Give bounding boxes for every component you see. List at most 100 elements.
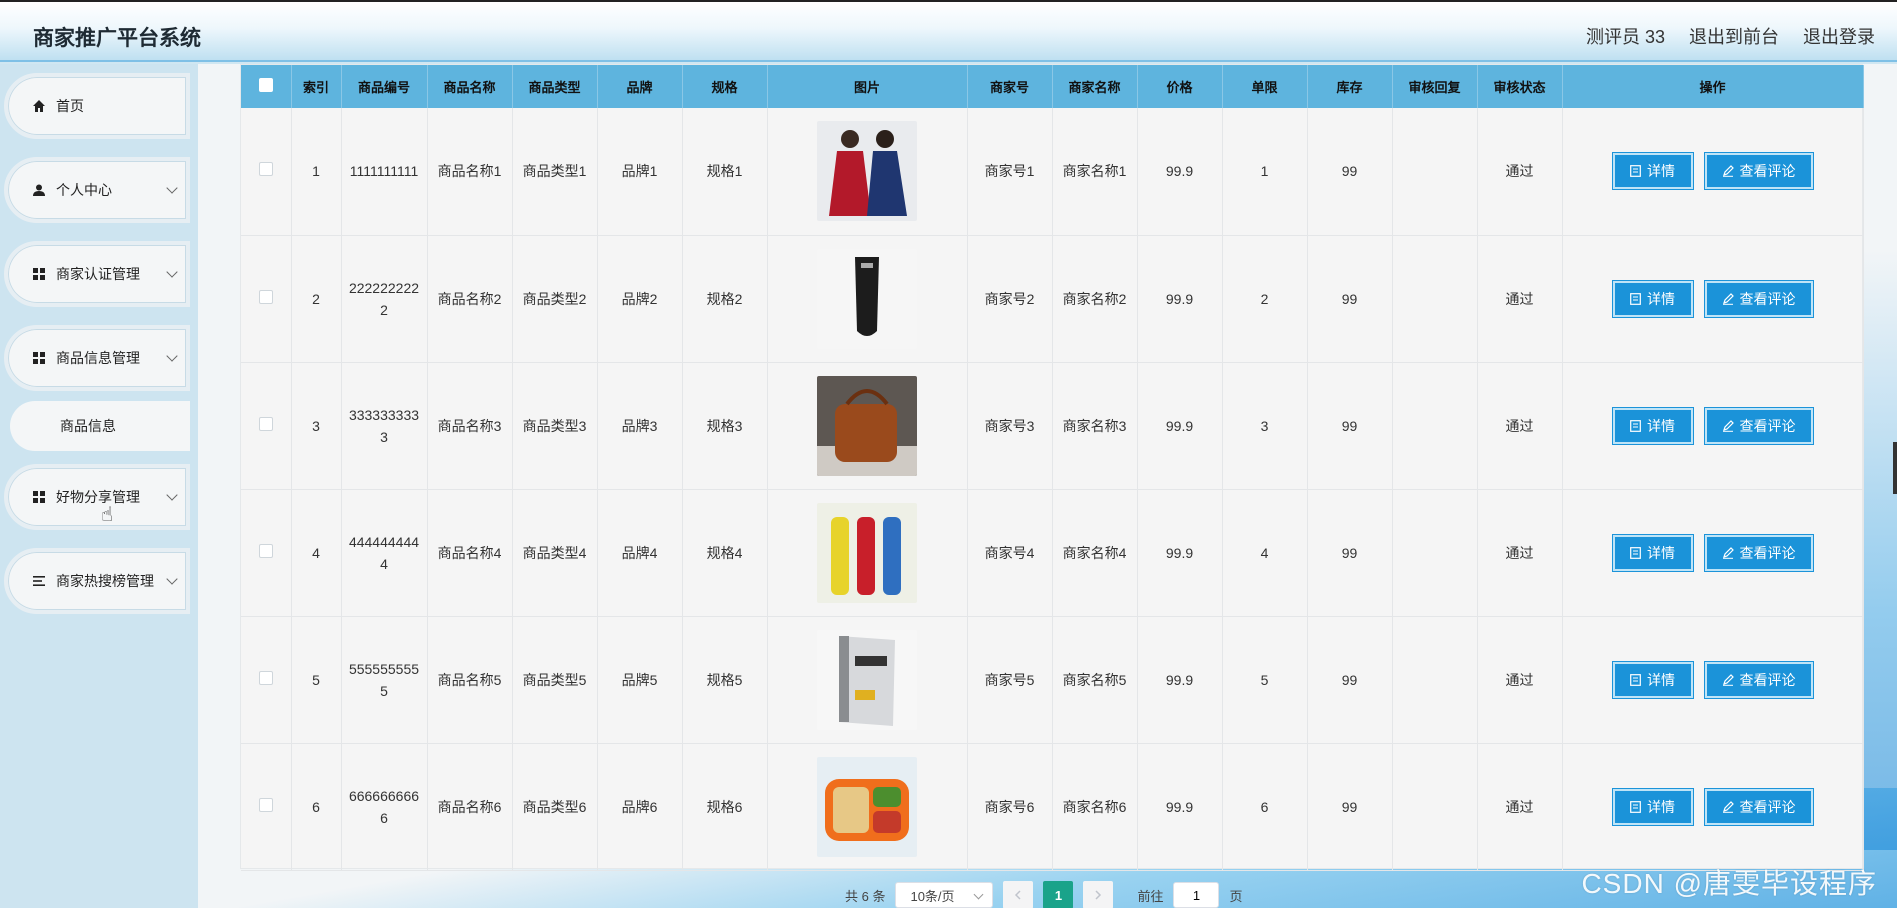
detail-button[interactable]: 详情 xyxy=(1612,153,1693,190)
sidebar-item-label: 首页 xyxy=(56,98,84,114)
page-size-select[interactable]: 10条/页 xyxy=(895,882,994,908)
cosmetic-tube-image[interactable] xyxy=(817,248,917,349)
view-review-button[interactable]: 查看评论 xyxy=(1704,280,1813,317)
book-image[interactable] xyxy=(817,629,917,730)
cell-image xyxy=(767,743,968,871)
scrollbar[interactable] xyxy=(1893,442,1897,494)
col-header: 审核回复 xyxy=(1392,65,1478,108)
bag-image[interactable] xyxy=(817,375,917,476)
chevron-down-icon xyxy=(166,489,178,501)
total-count: 共 6 条 xyxy=(845,888,886,904)
select-all-checkbox[interactable] xyxy=(241,65,292,108)
cell-product-name: 商品名称6 xyxy=(427,743,513,871)
cell-spec: 规格1 xyxy=(682,108,768,236)
document-icon xyxy=(1630,165,1641,178)
col-header: 库存 xyxy=(1307,65,1393,108)
sidebar-item-product-mgmt[interactable]: 商品信息管理 xyxy=(4,325,190,391)
row-checkbox[interactable] xyxy=(241,235,292,363)
product-table-container: 索引 商品编号 商品名称 商品类型 品牌 规格 图片 商家号 商家名称 价格 单… xyxy=(240,64,1864,871)
view-review-button[interactable]: 查看评论 xyxy=(1704,407,1813,444)
sidebar-item-hot-search[interactable]: 商家热搜榜管理 xyxy=(4,548,190,614)
cell-product-name: 商品名称2 xyxy=(427,235,513,363)
edit-icon xyxy=(1722,292,1734,305)
detail-button[interactable]: 详情 xyxy=(1612,788,1693,825)
grid-icon xyxy=(32,267,46,281)
cell-index: 5 xyxy=(291,616,342,744)
next-page-button[interactable] xyxy=(1083,881,1114,908)
cell-merchant-no: 商家号3 xyxy=(967,362,1053,490)
col-header: 规格 xyxy=(682,65,768,108)
view-review-button[interactable]: 查看评论 xyxy=(1704,534,1813,571)
cell-limit: 1 xyxy=(1222,108,1308,236)
row-checkbox[interactable] xyxy=(241,108,292,236)
view-review-button[interactable]: 查看评论 xyxy=(1704,153,1813,190)
cell-review-status: 通过 xyxy=(1477,235,1563,363)
sidebar-item-personal-center[interactable]: 个人中心 xyxy=(4,157,190,223)
row-checkbox[interactable] xyxy=(241,616,292,744)
table-row: 3 3333333333 商品名称3 商品类型3 品牌3 规格3 商家号3 商家名称3 99.9… xyxy=(241,362,1864,490)
chevron-down-icon xyxy=(166,573,178,585)
sidebar-item-share-mgmt[interactable]: 好物分享管理 xyxy=(4,464,190,530)
pagination: 共 6 条 10条/页 1 前往 页 xyxy=(845,881,1243,908)
exit-to-front-link[interactable]: 退出到前台 xyxy=(1689,23,1779,49)
detail-button[interactable]: 详情 xyxy=(1612,280,1693,317)
edit-icon xyxy=(1722,165,1734,178)
user-icon xyxy=(32,183,46,197)
prev-page-button[interactable] xyxy=(1003,881,1034,908)
cell-brand: 品牌3 xyxy=(597,362,683,490)
row-checkbox[interactable] xyxy=(241,743,292,871)
cell-review-status: 通过 xyxy=(1477,743,1563,871)
detail-button[interactable]: 详情 xyxy=(1612,534,1693,571)
sidebar-item-home[interactable]: 首页 xyxy=(4,73,190,139)
cell-price: 99.9 xyxy=(1137,108,1223,236)
page-number-current[interactable]: 1 xyxy=(1043,881,1074,908)
cell-product-type: 商品类型3 xyxy=(512,362,598,490)
cell-limit: 4 xyxy=(1222,489,1308,617)
sidebar-item-merchant-cert[interactable]: 商家认证管理 xyxy=(4,241,190,307)
cell-review-reply xyxy=(1392,235,1478,363)
cell-brand: 品牌4 xyxy=(597,489,683,617)
view-review-button[interactable]: 查看评论 xyxy=(1704,661,1813,698)
logout-link[interactable]: 退出登录 xyxy=(1803,23,1875,49)
goto-label: 前往 xyxy=(1137,888,1164,904)
goto-page-input[interactable] xyxy=(1173,882,1220,908)
document-icon xyxy=(1630,419,1641,432)
cell-merchant-no: 商家号2 xyxy=(967,235,1053,363)
bottles-image[interactable] xyxy=(817,502,917,603)
col-header: 操作 xyxy=(1562,65,1864,108)
row-checkbox[interactable] xyxy=(241,362,292,490)
top-right-nav: 测评员 33 退出到前台 退出登录 xyxy=(1586,23,1875,49)
cell-limit: 5 xyxy=(1222,616,1308,744)
cell-actions: 详情 查看评论 xyxy=(1562,743,1864,871)
cell-product-type: 商品类型5 xyxy=(512,616,598,744)
edit-icon xyxy=(1722,419,1734,432)
grid-icon xyxy=(32,351,46,365)
cell-image xyxy=(767,362,968,490)
cell-image xyxy=(767,489,968,617)
goto-suffix: 页 xyxy=(1229,888,1243,904)
cell-merchant-name: 商家名称2 xyxy=(1052,235,1138,363)
row-checkbox[interactable] xyxy=(241,489,292,617)
lunchbox-image[interactable] xyxy=(817,756,917,857)
cell-price: 99.9 xyxy=(1137,616,1223,744)
chevron-down-icon xyxy=(166,182,178,194)
table-row: 4 4444444444 商品名称4 商品类型4 品牌4 规格4 商家号4 商家名称4 99.9… xyxy=(241,489,1864,617)
sidebar-item-label: 商品信息 xyxy=(60,418,116,434)
app-title: 商家推广平台系统 xyxy=(33,27,201,50)
detail-button[interactable]: 详情 xyxy=(1612,661,1693,698)
cell-merchant-no: 商家号5 xyxy=(967,616,1053,744)
cell-product-name: 商品名称1 xyxy=(427,108,513,236)
cell-merchant-name: 商家名称6 xyxy=(1052,743,1138,871)
cell-index: 4 xyxy=(291,489,342,617)
cell-limit: 3 xyxy=(1222,362,1308,490)
detail-button[interactable]: 详情 xyxy=(1612,407,1693,444)
dresses-image[interactable] xyxy=(817,121,917,222)
cell-stock: 99 xyxy=(1307,616,1393,744)
sidebar-item-label: 商品信息管理 xyxy=(56,350,140,366)
col-header: 图片 xyxy=(767,65,968,108)
sidebar-subitem-product-info[interactable]: 商品信息 xyxy=(10,401,190,451)
sidebar-item-label: 商家热搜榜管理 xyxy=(56,573,154,589)
cell-merchant-no: 商家号4 xyxy=(967,489,1053,617)
cell-product-name: 商品名称3 xyxy=(427,362,513,490)
view-review-button[interactable]: 查看评论 xyxy=(1704,788,1813,825)
